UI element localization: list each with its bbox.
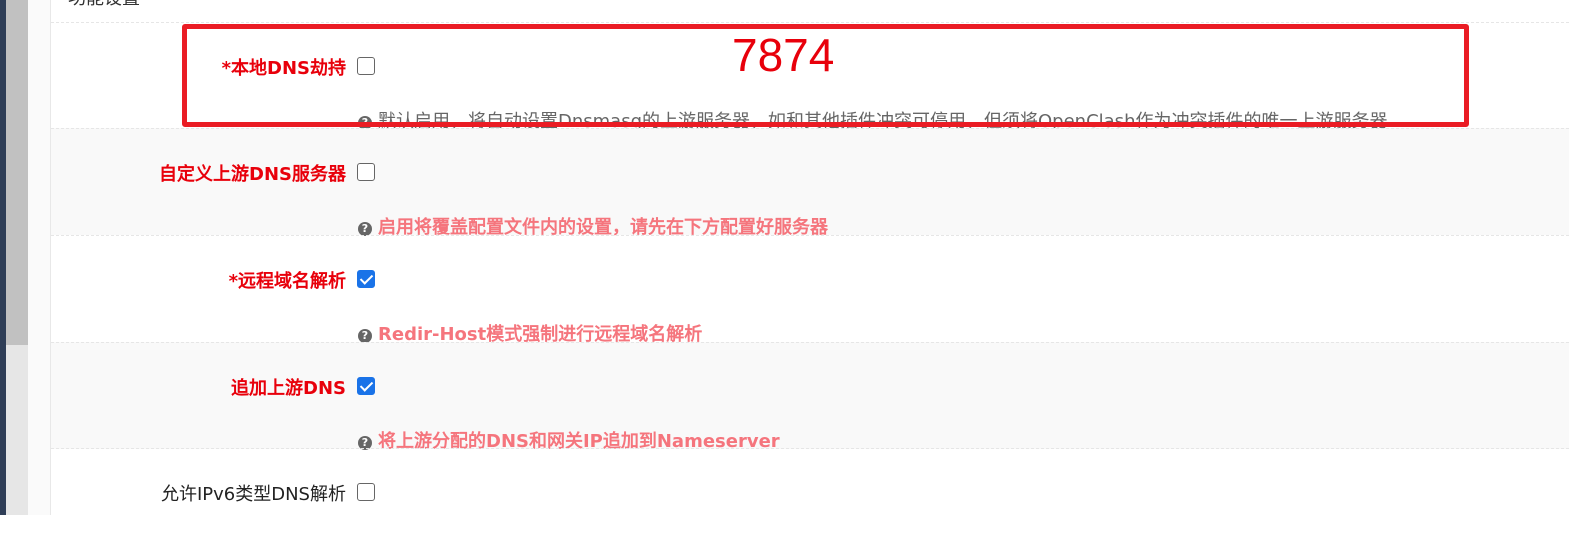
remote-dns-resolve-checkbox[interactable] — [357, 270, 375, 288]
setting-row-custom-upstream-dns: 自定义上游DNS服务器 ? 启用将覆盖配置文件内的设置，请先在下方配置好服务器 — [51, 128, 1569, 238]
scrollbar-thumb[interactable] — [6, 0, 28, 345]
question-circle-icon: ? — [358, 222, 372, 236]
setting-row-remote-dns-resolve: *远程域名解析 ? Redir-Host模式强制进行远程域名解析 — [51, 235, 1569, 345]
section-title: 功能设置 — [68, 0, 140, 10]
setting-label: 自定义上游DNS服务器 — [159, 164, 346, 185]
annotation-number: 7874 — [732, 29, 835, 81]
setting-row-append-upstream-dns: 追加上游DNS ? 将上游分配的DNS和网关IP追加到Nameserver — [51, 342, 1569, 452]
page-gutter — [28, 0, 50, 515]
setting-row-ipv6-dns: 允许IPv6类型DNS解析 — [51, 448, 1569, 555]
question-circle-icon: ? — [358, 329, 372, 343]
ipv6-dns-checkbox[interactable] — [357, 483, 375, 501]
setting-label: 追加上游DNS — [231, 378, 346, 399]
setting-label: *远程域名解析 — [228, 271, 346, 292]
setting-label: 允许IPv6类型DNS解析 — [160, 484, 346, 505]
custom-upstream-dns-checkbox[interactable] — [357, 163, 375, 181]
append-upstream-dns-checkbox[interactable] — [357, 377, 375, 395]
